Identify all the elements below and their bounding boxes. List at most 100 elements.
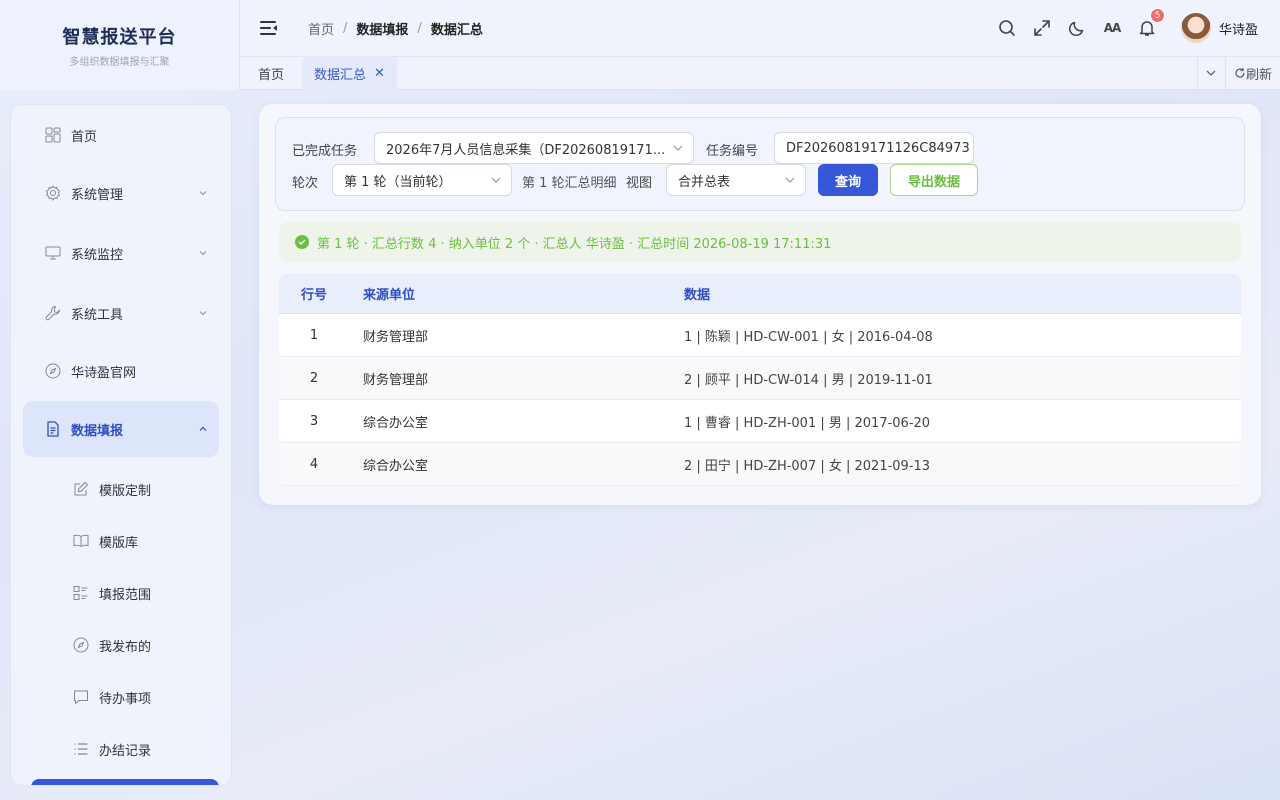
sidebar-item-home[interactable]: 首页 [23,107,219,163]
cell-row-no: 3 [309,413,319,429]
sidebar-item-label: 模版定制 [99,483,152,499]
bell-icon[interactable]: 5 [1137,8,1165,38]
breadcrumb: 首页 / 数据填报 / 数据汇总 [308,19,483,38]
refresh-label: 刷新 [1245,67,1272,83]
dashboard-icon [45,127,61,143]
view-select[interactable]: 合并总表 [666,164,806,196]
sidebar-item-my-published[interactable]: 我发布的 [23,619,219,671]
summary-alert: 第 1 轮 · 汇总行数 4 · 纳入单位 2 个 · 汇总人 华诗盈 · 汇总… [279,222,1241,262]
task-no-field[interactable]: DF20260819171126C84973 [774,132,974,164]
round-label: 轮次 [292,176,319,191]
avatar[interactable] [1180,13,1211,43]
search-icon[interactable] [997,18,1017,38]
chevron-down-icon [199,311,207,316]
task-no-value: DF20260819171126C84973 [786,140,970,156]
breadcrumb-data-fill[interactable]: 数据填报 [356,19,408,38]
list-icon [73,585,89,601]
round-detail-label: 第 1 轮汇总明细 [522,176,617,191]
filter-panel: 已完成任务 2026年7月人员信息采集（DF20260819171... 任务编… [275,117,1245,211]
query-button[interactable]: 查询 [818,164,878,196]
username[interactable]: 华诗盈 [1219,19,1258,38]
top-bar: 首页 / 数据填报 / 数据汇总 AA 5 华诗盈 [240,0,1280,56]
sidebar: 首页 系统管理 系统监控 系统工具 华诗盈官网 数据填报 模版定制 模版库 填报… [10,104,232,786]
table-row[interactable]: 4 综合办公室 2 | 田宁 | HD-ZH-007 | 女 | 2021-09… [279,443,1241,486]
refresh-button[interactable]: 刷新 [1224,57,1280,89]
sidebar-item-todo[interactable]: 待办事项 [23,671,219,723]
main-card: 已完成任务 2026年7月人员信息采集（DF20260819171... 任务编… [259,104,1261,505]
compass-icon [45,363,61,379]
sidebar-item-label: 系统管理 [71,187,124,203]
task-no-label: 任务编号 [706,144,759,159]
sidebar-item-system-monitor[interactable]: 系统监控 [23,225,219,281]
round-select[interactable]: 第 1 轮（当前轮） [332,164,512,196]
task-label: 已完成任务 [292,144,358,159]
sidebar-item-label: 数据填报 [71,423,124,439]
compass-icon [73,637,89,653]
gear-icon [45,185,61,201]
sidebar-item-label: 办结记录 [99,743,152,759]
cell-data: 1 | 陈颖 | HD-CW-001 | 女 | 2016-04-08 [684,329,933,345]
sidebar-item-label: 待办事项 [99,691,152,707]
round-select-value: 第 1 轮（当前轮） [344,174,452,190]
cell-source: 财务管理部 [363,372,429,388]
sidebar-item-official-site[interactable]: 华诗盈官网 [23,343,219,399]
sidebar-item-template-custom[interactable]: 模版定制 [23,463,219,515]
tab-tools: 刷新 [1196,57,1280,89]
brand: 智慧报送平台 多组织数据填报与汇聚 [0,0,240,90]
font-size-icon[interactable]: AA [1102,18,1122,38]
cell-source: 财务管理部 [363,329,429,345]
cell-data: 2 | 田宁 | HD-ZH-007 | 女 | 2021-09-13 [684,458,931,474]
chevron-down-icon [673,145,683,151]
sidebar-active-item-partial[interactable] [31,779,219,785]
brand-title: 智慧报送平台 [62,26,177,48]
sidebar-item-label: 系统工具 [71,307,124,323]
tab-bar: 首页 数据汇总 ✕ 刷新 [240,56,1280,90]
table-row[interactable]: 2 财务管理部 2 | 顾平 | HD-CW-014 | 男 | 2019-11… [279,357,1241,400]
chevron-down-icon [1207,70,1216,76]
tab-data-summary[interactable]: 数据汇总 ✕ [302,56,397,90]
edit-icon [73,481,89,497]
close-icon[interactable]: ✕ [374,66,385,81]
column-header-source[interactable]: 来源单位 [349,284,670,303]
tab-label: 首页 [258,67,285,83]
menu-toggle-icon[interactable] [260,21,278,35]
breadcrumb-current: 数据汇总 [430,22,483,38]
chat-icon [73,689,89,705]
summary-text: 第 1 轮 · 汇总行数 4 · 纳入单位 2 个 · 汇总人 华诗盈 · 汇总… [317,236,832,252]
tab-home[interactable]: 首页 [246,57,296,90]
breadcrumb-home[interactable]: 首页 [308,19,334,38]
tab-dropdown-button[interactable] [1196,57,1225,89]
cell-row-no: 4 [309,456,319,472]
task-select[interactable]: 2026年7月人员信息采集（DF20260819171... [374,132,694,164]
fullscreen-icon[interactable] [1032,18,1052,38]
sidebar-item-template-library[interactable]: 模版库 [23,515,219,567]
table-row[interactable]: 1 财务管理部 1 | 陈颖 | HD-CW-001 | 女 | 2016-04… [279,314,1241,357]
list-icon [73,741,89,757]
wrench-icon [45,305,61,321]
table-header: 行号 来源单位 数据 [279,274,1241,314]
brand-subtitle: 多组织数据填报与汇聚 [69,56,170,68]
column-header-row-no[interactable]: 行号 [279,284,349,303]
notification-badge: 5 [1149,8,1165,23]
table-row[interactable]: 3 综合办公室 1 | 曹睿 | HD-ZH-001 | 男 | 2017-06… [279,400,1241,443]
dark-mode-icon[interactable] [1067,18,1087,38]
export-button[interactable]: 导出数据 [890,164,978,196]
sidebar-item-completed[interactable]: 办结记录 [23,723,219,775]
sidebar-item-system-management[interactable]: 系统管理 [23,165,219,221]
check-circle-icon [295,235,309,249]
breadcrumb-separator: / [343,20,348,36]
sidebar-item-label: 填报范围 [99,587,152,603]
cell-source: 综合办公室 [363,458,429,474]
chevron-down-icon [199,191,207,196]
view-label: 视图 [626,176,653,191]
chevron-down-icon [785,177,795,183]
task-select-value: 2026年7月人员信息采集（DF20260819171... [386,142,666,158]
sidebar-item-fill-scope[interactable]: 填报范围 [23,567,219,619]
sidebar-item-label: 模版库 [99,535,139,551]
sidebar-item-label: 华诗盈官网 [71,365,137,381]
view-select-value: 合并总表 [678,174,731,190]
sidebar-item-system-tools[interactable]: 系统工具 [23,285,219,341]
sidebar-item-data-fill[interactable]: 数据填报 [23,401,219,457]
column-header-data[interactable]: 数据 [670,284,1241,303]
book-icon [73,533,89,549]
